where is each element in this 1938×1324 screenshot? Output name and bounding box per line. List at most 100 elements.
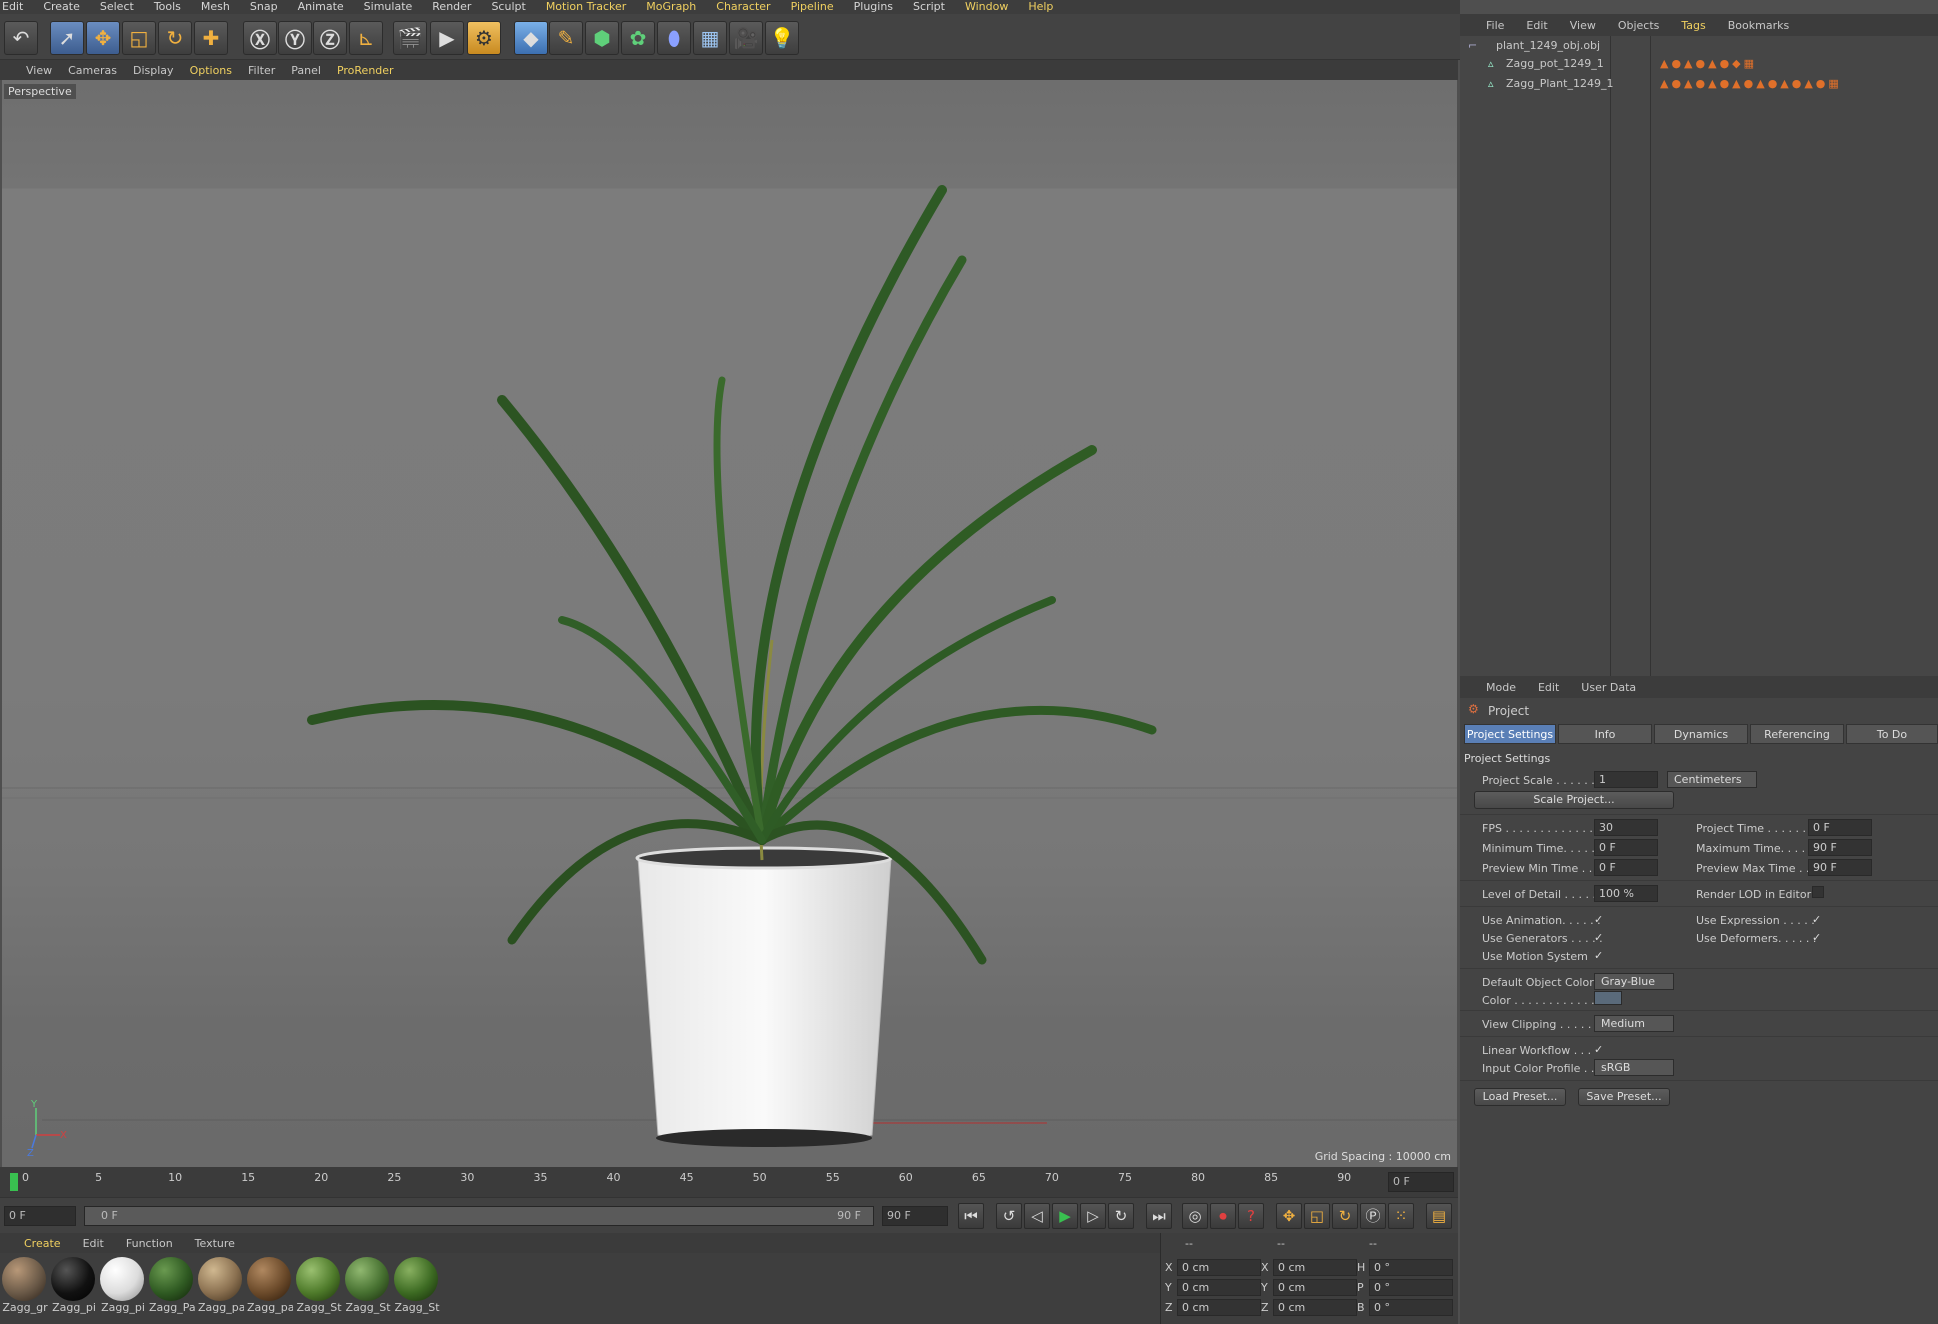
render-settings-icon[interactable]: ⚙ <box>467 21 501 55</box>
render-view-icon[interactable]: 🎬 <box>393 21 427 55</box>
next-key-icon[interactable]: ↻ <box>1108 1203 1134 1229</box>
menu-create[interactable]: Create <box>43 1 80 13</box>
x-axis-icon[interactable]: Ⓧ <box>243 21 277 55</box>
scale-icon[interactable]: ◱ <box>122 21 156 55</box>
render-lod-checkbox[interactable] <box>1812 886 1824 898</box>
use-deformers-checkbox[interactable]: ✓ <box>1812 932 1824 944</box>
default-object-color-dropdown[interactable]: Gray-Blue <box>1594 973 1674 990</box>
input-color-profile-dropdown[interactable]: sRGB <box>1594 1059 1674 1076</box>
viewport-menu-prorender[interactable]: ProRender <box>337 64 394 77</box>
lod-field[interactable]: 100 % <box>1594 885 1658 902</box>
material-tags[interactable]: ▲●▲●▲●▲●▲●▲●▲●▦ <box>1660 74 1842 94</box>
play-icon[interactable]: ▶ <box>1052 1203 1078 1229</box>
menu-pipeline[interactable]: Pipeline <box>791 1 834 13</box>
rotation-p-field[interactable]: 0 ° <box>1369 1279 1453 1296</box>
project-scale-unit-dropdown[interactable]: Centimeters <box>1667 771 1757 788</box>
select-icon[interactable]: ➚ <box>50 21 84 55</box>
material-swatch[interactable]: Zagg_pi <box>51 1257 97 1321</box>
menu-help[interactable]: Help <box>1028 1 1053 13</box>
menu-window[interactable]: Window <box>965 1 1008 13</box>
floor-icon[interactable]: ▦ <box>693 21 727 55</box>
om-menu-objects[interactable]: Objects <box>1618 19 1660 32</box>
viewport-camera-label[interactable]: Perspective <box>4 84 76 99</box>
om-menu-view[interactable]: View <box>1570 19 1596 32</box>
viewport-menu-filter[interactable]: Filter <box>248 64 275 77</box>
preview-max-field[interactable]: 90 F <box>1808 859 1872 876</box>
record-rotation-icon[interactable]: ↻ <box>1332 1203 1358 1229</box>
object-name[interactable]: Zagg_Plant_1249_1 <box>1506 74 1613 94</box>
menu-snap[interactable]: Snap <box>250 1 278 13</box>
om-menu-bookmarks[interactable]: Bookmarks <box>1728 19 1789 32</box>
material-tags[interactable]: ▲●▲●▲●◆▦ <box>1660 54 1757 74</box>
load-preset-button[interactable]: Load Preset... <box>1474 1088 1566 1106</box>
viewport-menu-view[interactable]: View <box>26 64 52 77</box>
object-row[interactable]: ⌐ plant_1249_obj.obj <box>1460 36 1938 56</box>
material-swatch[interactable]: Zagg_pa <box>198 1257 244 1321</box>
tab-referencing[interactable]: Referencing <box>1750 724 1844 744</box>
max-time-field[interactable]: 90 F <box>1808 839 1872 856</box>
record-position-icon[interactable]: ✥ <box>1276 1203 1302 1229</box>
size-y-field[interactable]: 0 cm <box>1273 1279 1357 1296</box>
menu-mograph[interactable]: MoGraph <box>646 1 696 13</box>
tab-info[interactable]: Info <box>1558 724 1652 744</box>
deformer-icon[interactable]: ⬮ <box>657 21 691 55</box>
material-menu-function[interactable]: Function <box>126 1237 173 1250</box>
object-name[interactable]: Zagg_pot_1249_1 <box>1506 54 1604 74</box>
light-icon[interactable]: 💡 <box>765 21 799 55</box>
camera-icon[interactable]: 🎥 <box>729 21 763 55</box>
position-y-field[interactable]: 0 cm <box>1177 1279 1261 1296</box>
rotate-icon[interactable]: ↻ <box>158 21 192 55</box>
material-swatch[interactable]: Zagg_gr <box>2 1257 48 1321</box>
size-z-field[interactable]: 0 cm <box>1273 1299 1357 1316</box>
color-swatch[interactable] <box>1594 991 1622 1005</box>
rotation-b-field[interactable]: 0 ° <box>1369 1299 1453 1316</box>
material-menu-texture[interactable]: Texture <box>195 1237 235 1250</box>
next-frame-icon[interactable]: ▷ <box>1080 1203 1106 1229</box>
material-swatch[interactable]: Zagg_pa <box>247 1257 293 1321</box>
menu-simulate[interactable]: Simulate <box>364 1 413 13</box>
tab-dynamics[interactable]: Dynamics <box>1654 724 1748 744</box>
current-frame-field[interactable]: 0 F <box>1388 1172 1454 1192</box>
subdivision-icon[interactable]: ⬢ <box>585 21 619 55</box>
use-expression-checkbox[interactable]: ✓ <box>1812 914 1824 926</box>
tab-project-settings[interactable]: Project Settings <box>1464 724 1556 744</box>
menu-motion-tracker[interactable]: Motion Tracker <box>546 1 626 13</box>
record-point-level-icon[interactable]: ⁙ <box>1388 1203 1414 1229</box>
use-animation-checkbox[interactable]: ✓ <box>1594 914 1606 926</box>
pen-icon[interactable]: ✎ <box>549 21 583 55</box>
viewport-menu-cameras[interactable]: Cameras <box>68 64 117 77</box>
save-preset-button[interactable]: Save Preset... <box>1578 1088 1670 1106</box>
previous-frame-icon[interactable]: ◁ <box>1024 1203 1050 1229</box>
object-name[interactable]: plant_1249_obj.obj <box>1496 36 1600 56</box>
perspective-viewport[interactable]: Y X Z Perspective Grid Spacing : 10000 c… <box>2 80 1457 1167</box>
preview-range-slider[interactable]: 0 F 90 F <box>84 1206 874 1226</box>
timeline-window-icon[interactable]: ▤ <box>1426 1203 1452 1229</box>
viewport-menu-panel[interactable]: Panel <box>291 64 321 77</box>
menu-character[interactable]: Character <box>716 1 770 13</box>
menu-render[interactable]: Render <box>432 1 471 13</box>
position-x-field[interactable]: 0 cm <box>1177 1259 1261 1276</box>
use-generators-checkbox[interactable]: ✓ <box>1594 932 1606 944</box>
undo-icon[interactable]: ↶ <box>4 21 38 55</box>
transform-icon[interactable]: ✚ <box>194 21 228 55</box>
material-menu-create[interactable]: Create <box>24 1237 61 1250</box>
move-icon[interactable]: ✥ <box>86 21 120 55</box>
attr-menu-mode[interactable]: Mode <box>1486 681 1516 694</box>
keyframe-selection-icon[interactable]: ? <box>1238 1203 1264 1229</box>
material-swatch[interactable]: Zagg_pi <box>100 1257 146 1321</box>
menu-sculpt[interactable]: Sculpt <box>491 1 525 13</box>
material-swatch[interactable]: Zagg_Pa <box>149 1257 195 1321</box>
material-swatch[interactable]: Zagg_St <box>345 1257 391 1321</box>
record-scale-icon[interactable]: ◱ <box>1304 1203 1330 1229</box>
use-motion-checkbox[interactable]: ✓ <box>1594 950 1606 962</box>
menu-select[interactable]: Select <box>100 1 134 13</box>
scale-project-button[interactable]: Scale Project... <box>1474 791 1674 809</box>
position-z-field[interactable]: 0 cm <box>1177 1299 1261 1316</box>
material-swatch[interactable]: Zagg_St <box>394 1257 440 1321</box>
record-keys-icon[interactable]: ◎ <box>1182 1203 1208 1229</box>
attr-menu-edit[interactable]: Edit <box>1538 681 1559 694</box>
material-menu-edit[interactable]: Edit <box>83 1237 104 1250</box>
om-menu-file[interactable]: File <box>1486 19 1504 32</box>
coordinate-system-icon[interactable]: ⊾ <box>349 21 383 55</box>
view-clipping-dropdown[interactable]: Medium <box>1594 1015 1674 1032</box>
